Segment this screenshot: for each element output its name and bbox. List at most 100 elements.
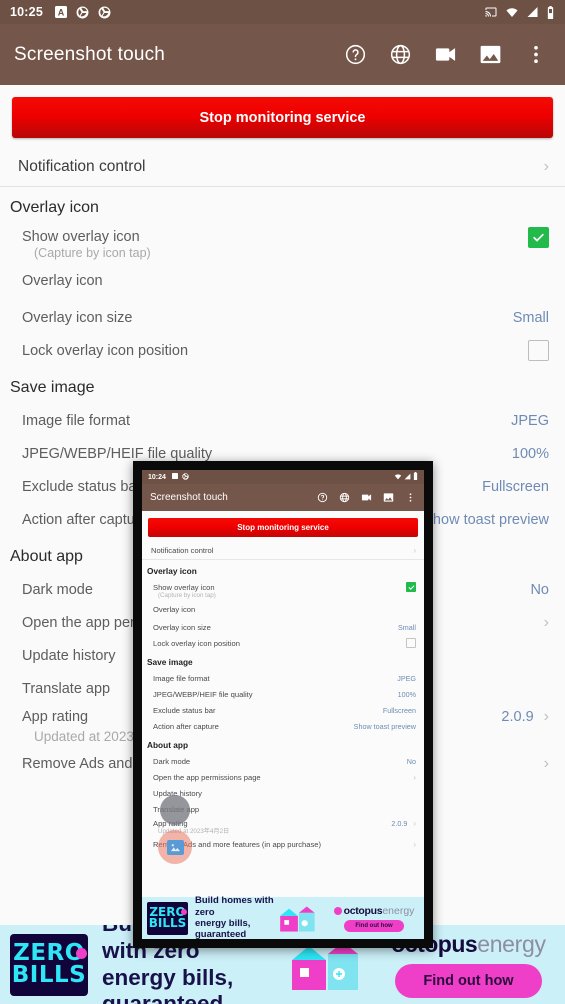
toast-row-label: Image file format — [153, 673, 210, 683]
toast-row-label: Overlay icon — [153, 604, 196, 614]
settings-row-image-file-format[interactable]: Image file format JPEG — [0, 404, 565, 437]
toast-section-save-image: Save image — [147, 657, 193, 667]
settings-row-value: 2.0.9 — [501, 709, 534, 725]
settings-row-lock-overlay-icon-position[interactable]: Lock overlay icon position — [0, 334, 565, 367]
toast-wifi-icon — [394, 473, 402, 482]
toast-preview-screenshot: 10:24 Screenshot touch Stop monitoring s… — [142, 470, 424, 939]
toast-status-bar: 10:24 — [142, 470, 424, 484]
stop-monitoring-button-wrap: Stop monitoring service — [0, 85, 565, 148]
toast-row-label: Dark mode — [153, 756, 191, 766]
toast-octopus-energy-logo: octopus energy — [333, 904, 414, 917]
chevron-right-icon: › — [543, 613, 549, 631]
status-bar-clock: 10:25 — [10, 5, 43, 19]
toast-row-value: Fullscreen — [382, 705, 416, 715]
toast-ad-copy-line1: Build homes with zero — [195, 895, 274, 918]
zero-bills-logo-icon: ZERO BILLS — [10, 933, 88, 996]
app-bar-actions — [344, 43, 547, 66]
toast-chevron-right-icon: › — [413, 818, 416, 828]
settings-row-label: Notification control — [18, 158, 146, 175]
find-out-how-button[interactable]: Find out how — [395, 964, 542, 998]
status-bar-notification-icons: A — [54, 6, 111, 19]
gallery-icon[interactable] — [479, 43, 502, 66]
toast-row-image-file-format: Image file format JPEG — [142, 670, 424, 686]
chevron-right-icon: › — [543, 158, 549, 175]
settings-row-label: Lock overlay icon position — [22, 342, 189, 359]
toast-octopus-mark-icon — [333, 906, 342, 915]
settings-row-value: No — [530, 581, 549, 598]
toast-preview-overlay[interactable]: 10:24 Screenshot touch Stop monitoring s… — [133, 461, 433, 948]
stop-monitoring-service-button[interactable]: Stop monitoring service — [12, 97, 553, 138]
toast-gallery-icon — [383, 492, 394, 503]
toast-row-value: No — [406, 756, 416, 766]
settings-row-overlay-icon-size[interactable]: Overlay icon size Small — [0, 301, 565, 334]
svg-text:A: A — [58, 7, 65, 17]
overflow-menu-icon[interactable] — [524, 43, 547, 66]
settings-row-value: Small — [512, 309, 549, 326]
lock-overlay-icon-position-checkbox[interactable] — [528, 340, 549, 361]
settings-row-value: Fullscreen — [482, 478, 549, 495]
toast-help-icon — [317, 492, 328, 503]
app-bar: Screenshot touch — [0, 24, 565, 85]
toast-row-label: Exclude status bar — [153, 705, 216, 715]
toast-chevron-right-icon: › — [413, 839, 416, 849]
settings-row-value: JPEG — [511, 412, 549, 429]
toast-ad-logo-line2: BILLS — [148, 916, 187, 930]
toast-globe-icon — [339, 492, 350, 503]
toast-house-illustration-icon — [276, 902, 324, 935]
toast-letter-a-badge-icon — [171, 473, 178, 481]
toast-battery-icon — [413, 472, 418, 482]
toast-octopus-energy-block: octopus energy Find out how — [324, 905, 424, 932]
toast-button-wrap: Stop monitoring service — [142, 511, 424, 542]
toast-row-label: Show overlay icon — [153, 582, 215, 592]
toast-section-overlay-icon: Overlay icon — [147, 566, 197, 576]
toast-section-about-app: About app — [147, 740, 189, 750]
settings-row-label: Show overlay icon — [22, 229, 140, 245]
toast-row-label: Translate app — [153, 804, 200, 814]
toast-row-label: Action after capture — [153, 721, 219, 731]
toast-chevron-right-icon: › — [413, 772, 416, 782]
video-camera-icon[interactable] — [434, 43, 457, 66]
toast-row-value: 2.0.9 — [391, 818, 408, 828]
wifi-icon — [505, 6, 519, 18]
toast-row-label: Overlay icon size — [153, 622, 211, 632]
settings-row-label: Image file format — [22, 412, 130, 429]
toast-row-action-after-capture: Action after capture Show toast preview — [142, 718, 424, 734]
toast-row-value: Show toast preview — [353, 721, 416, 731]
ad-copy-line2: energy bills, guaranteed — [102, 964, 234, 1004]
toast-overflow-menu-icon — [405, 492, 416, 503]
settings-row-show-overlay-icon[interactable]: Show overlay icon — [0, 224, 565, 250]
toast-zero-bills-logo-icon: ZERO BILLS — [147, 901, 188, 935]
toast-row-file-quality: JPEG/WEBP/HEIF file quality 100% — [142, 686, 424, 702]
toast-brand-bold: octopus — [343, 904, 383, 917]
help-icon[interactable] — [344, 43, 367, 66]
toast-show-overlay-icon-checkbox — [406, 582, 416, 592]
toast-row-sublabel: (Capture by icon tap) — [158, 592, 216, 599]
toast-ad-copy: Build homes with zero energy bills, guar… — [195, 895, 276, 939]
toast-page-title: Screenshot touch — [150, 492, 228, 503]
section-header-overlay-icon: Overlay icon — [10, 199, 99, 216]
status-bar-system-icons — [484, 5, 555, 19]
settings-row-overlay-icon[interactable]: Overlay icon — [0, 260, 565, 301]
settings-row-notification-control[interactable]: Notification control › — [0, 148, 565, 187]
battery-icon — [546, 5, 555, 19]
settings-row-value: Show toast preview — [423, 511, 549, 528]
toast-app-bar: Screenshot touch — [142, 484, 424, 511]
camera-shutter-icon — [76, 6, 89, 19]
page-title: Screenshot touch — [14, 43, 166, 65]
signal-icon — [526, 6, 539, 18]
overlay-circle-gray-icon — [160, 795, 190, 825]
toast-row-value: JPEG — [397, 673, 416, 683]
toast-video-camera-icon — [361, 492, 372, 503]
toast-status-bar-clock: 10:24 — [148, 473, 166, 481]
letter-a-badge-icon: A — [54, 6, 67, 18]
toast-row-label: Open the app permissions page — [153, 772, 261, 782]
settings-row-label: JPEG/WEBP/HEIF file quality — [22, 445, 213, 462]
toast-row-value: Small — [398, 622, 416, 632]
camera-shutter-icon — [98, 6, 111, 19]
show-overlay-icon-checkbox[interactable] — [528, 226, 549, 248]
toast-app-bar-actions — [317, 492, 416, 503]
settings-row-label: Overlay icon size — [22, 309, 133, 326]
chevron-right-icon: › — [543, 708, 549, 725]
status-bar: 10:25 A — [0, 0, 565, 24]
globe-icon[interactable] — [389, 43, 412, 66]
